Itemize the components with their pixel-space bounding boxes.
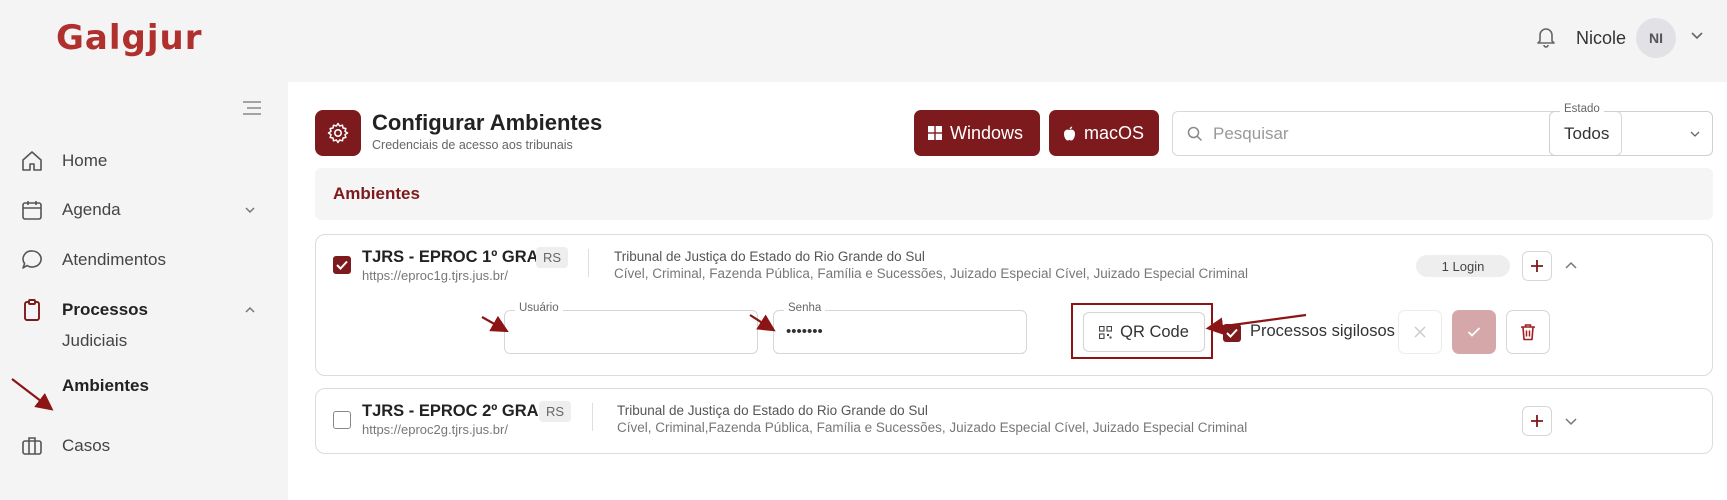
senha-field[interactable]: Senha xyxy=(773,302,1027,354)
sidebar-item-home[interactable]: Home xyxy=(20,146,270,176)
court-areas: Cível, Criminal,Fazenda Pública, Família… xyxy=(617,420,1248,435)
environment-url[interactable]: https://eproc1g.tjrs.jus.br/ xyxy=(362,268,508,283)
check-icon xyxy=(1226,328,1238,338)
estado-value: Todos xyxy=(1564,124,1610,143)
home-icon xyxy=(22,151,42,171)
search-icon xyxy=(1187,126,1203,141)
sidebar-item-processos[interactable]: Processos xyxy=(20,295,270,325)
environment-url[interactable]: https://eproc2g.tjrs.jus.br/ xyxy=(362,422,508,437)
environment-checkbox[interactable] xyxy=(333,411,351,429)
add-login-button[interactable] xyxy=(1522,251,1552,281)
top-bar: Galgjur Nicole NI xyxy=(0,0,1727,82)
page-title: Configurar Ambientes xyxy=(372,110,603,135)
clipboard-icon xyxy=(24,299,40,321)
check-icon xyxy=(336,260,348,270)
macos-label: macOS xyxy=(1084,122,1145,143)
senha-label: Senha xyxy=(784,302,826,314)
usuario-field[interactable]: Usuário xyxy=(504,302,758,354)
divider xyxy=(588,249,589,277)
page-icon xyxy=(315,110,361,156)
delete-button[interactable] xyxy=(1506,310,1550,354)
section-header: Ambientes xyxy=(315,168,1713,220)
apple-icon xyxy=(1064,126,1075,140)
gear-icon xyxy=(327,122,349,144)
page-subtitle: Credenciais de acesso aos tribunais xyxy=(372,138,573,152)
check-icon xyxy=(1467,327,1481,337)
usuario-input[interactable] xyxy=(517,323,745,340)
environment-card: TJRS - EPROC 1º GRAU RS https://eproc1g.… xyxy=(315,234,1713,376)
chevron-up-icon[interactable] xyxy=(244,304,256,316)
chevron-down-icon xyxy=(1690,131,1700,137)
state-badge: RS xyxy=(536,247,569,268)
senha-input[interactable] xyxy=(786,323,1014,340)
trash-icon xyxy=(1521,324,1535,341)
sidebar-subitem-ambientes[interactable]: Ambientes xyxy=(62,376,149,396)
court-name: Tribunal de Justiça do Estado do Rio Gra… xyxy=(614,249,925,264)
court-name: Tribunal de Justiça do Estado do Rio Gra… xyxy=(617,403,928,418)
login-count-badge: 1 Login xyxy=(1416,255,1510,277)
bell-icon[interactable] xyxy=(1534,24,1558,50)
sidebar-item-agenda[interactable]: Agenda xyxy=(20,195,270,225)
brand-logo[interactable]: Galgjur xyxy=(56,18,202,58)
windows-icon xyxy=(928,126,942,140)
windows-label: Windows xyxy=(950,122,1024,143)
environment-name: TJRS - EPROC 1º GRAU xyxy=(362,248,551,266)
avatar[interactable]: NI xyxy=(1636,18,1676,58)
environment-checkbox[interactable] xyxy=(333,256,351,274)
confirm-button[interactable] xyxy=(1452,310,1496,354)
sidebar-subitem-judiciais[interactable]: Judiciais xyxy=(62,331,127,351)
macos-download-button[interactable]: macOS xyxy=(1049,110,1159,156)
sidebar-item-label: Atendimentos xyxy=(62,250,166,269)
chevron-down-icon[interactable] xyxy=(244,204,256,216)
sidebar-item-label: Agenda xyxy=(62,200,121,219)
windows-download-button[interactable]: Windows xyxy=(914,110,1040,156)
usuario-label: Usuário xyxy=(515,302,563,314)
chat-bubble-icon xyxy=(22,250,42,269)
highlight-box xyxy=(1071,303,1213,359)
main-content: Configurar Ambientes Credenciais de aces… xyxy=(288,82,1727,500)
environment-card: TJRS - EPROC 2º GRAU RS https://eproc2g.… xyxy=(315,388,1713,454)
chevron-down-icon[interactable] xyxy=(1564,414,1578,428)
plus-icon xyxy=(1531,415,1543,427)
estado-label: Estado xyxy=(1560,103,1604,115)
add-login-button[interactable] xyxy=(1522,406,1552,436)
cancel-button[interactable] xyxy=(1398,310,1442,354)
sidebar-item-casos[interactable]: Casos xyxy=(20,431,270,461)
search-input[interactable] xyxy=(1213,123,1593,144)
sidebar-item-atendimentos[interactable]: Atendimentos xyxy=(20,245,270,275)
sigilosos-checkbox[interactable] xyxy=(1223,324,1241,342)
plus-icon xyxy=(1531,260,1543,272)
estado-select[interactable]: Estado Todos xyxy=(1549,103,1713,156)
environment-name: TJRS - EPROC 2º GRAU xyxy=(362,402,551,420)
hamburger-menu-icon[interactable] xyxy=(242,100,262,116)
section-title: Ambientes xyxy=(333,184,420,203)
close-icon xyxy=(1414,326,1426,338)
chevron-down-icon[interactable] xyxy=(1690,28,1704,42)
sigilosos-label: Processos sigilosos xyxy=(1250,322,1395,340)
court-areas: Cível, Criminal, Fazenda Pública, Famíli… xyxy=(614,266,1249,281)
chevron-up-icon[interactable] xyxy=(1564,259,1578,273)
sidebar-item-label: Home xyxy=(62,151,108,170)
sidebar: Home Agenda Atendimentos Processos Judic… xyxy=(0,82,288,500)
sidebar-item-label: Casos xyxy=(62,436,111,455)
sidebar-item-label: Processos xyxy=(62,300,148,319)
divider xyxy=(592,403,593,431)
state-badge: RS xyxy=(539,401,572,422)
user-name[interactable]: Nicole xyxy=(1576,28,1626,49)
briefcase-icon xyxy=(22,437,42,455)
calendar-icon xyxy=(22,201,42,220)
